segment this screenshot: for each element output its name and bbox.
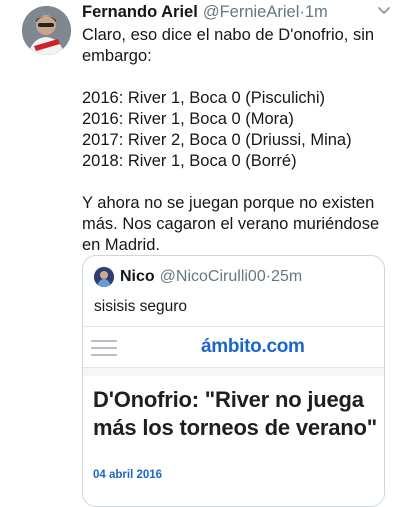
site-header-bar: ámbito.com (83, 327, 384, 368)
quoted-media-screenshot[interactable]: ámbito.com D'Onofrio: "River no juega má… (83, 326, 384, 506)
site-logo: ámbito.com (201, 336, 305, 357)
author-name[interactable]: Fernando Ariel (82, 3, 198, 22)
tweet-text: Claro, eso dice el nabo de D'onofrio, si… (82, 26, 380, 254)
tweet-time[interactable]: 1m (305, 3, 328, 22)
quoted-tweet[interactable]: Nico @NicoCirulli00 · 25m sisisis seguro… (82, 255, 385, 507)
hamburger-menu-icon (91, 340, 117, 356)
article-date: 04 abril 2016 (93, 469, 163, 481)
quoted-author-handle: @NicoCirulli00 (159, 268, 266, 285)
quoted-tweet-header: Nico @NicoCirulli00 · 25m (94, 266, 302, 288)
article-preview: D'Onofrio: "River no juega más los torne… (83, 376, 384, 506)
quoted-author-avatar (94, 267, 114, 287)
quoted-tweet-text: sisisis seguro (94, 298, 188, 315)
author-handle[interactable]: @FernieAriel (203, 3, 300, 22)
tweet-header: Fernando Ariel @FernieAriel · 1m (82, 0, 382, 24)
quoted-time: 25m (271, 268, 303, 285)
quoted-author-name: Nico (120, 268, 155, 285)
chevron-down-icon[interactable] (377, 4, 391, 18)
author-avatar[interactable] (22, 6, 71, 55)
article-headline: D'Onofrio: "River no juega más los torne… (93, 387, 377, 440)
